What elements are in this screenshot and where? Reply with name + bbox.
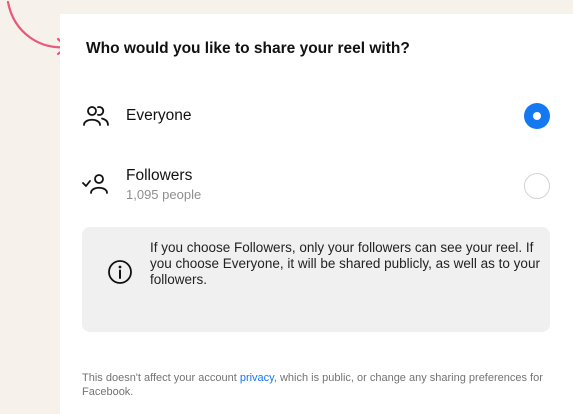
- info-text: If you choose Followers, only your follo…: [150, 240, 540, 287]
- option-everyone-label: Everyone: [126, 107, 192, 124]
- info-icon: [108, 260, 132, 284]
- radio-followers-unselected[interactable]: [524, 173, 550, 199]
- radio-everyone-selected[interactable]: [524, 103, 550, 129]
- option-everyone[interactable]: Everyone: [60, 94, 573, 138]
- share-settings-panel: Who would you like to share your reel wi…: [60, 14, 573, 414]
- privacy-link[interactable]: privacy: [240, 372, 274, 384]
- footer-text-before: This doesn't affect your account: [82, 372, 240, 384]
- followers-count: 1,095 people: [126, 187, 202, 202]
- footer-note: This doesn't affect your account privacy…: [82, 371, 562, 399]
- people-icon: [83, 106, 109, 126]
- page-title: Who would you like to share your reel wi…: [86, 40, 410, 57]
- option-followers-label: Followers: [126, 167, 193, 184]
- info-box: If you choose Followers, only your follo…: [82, 227, 550, 332]
- option-followers[interactable]: Followers 1,095 people: [60, 164, 573, 208]
- followers-icon: [82, 174, 108, 194]
